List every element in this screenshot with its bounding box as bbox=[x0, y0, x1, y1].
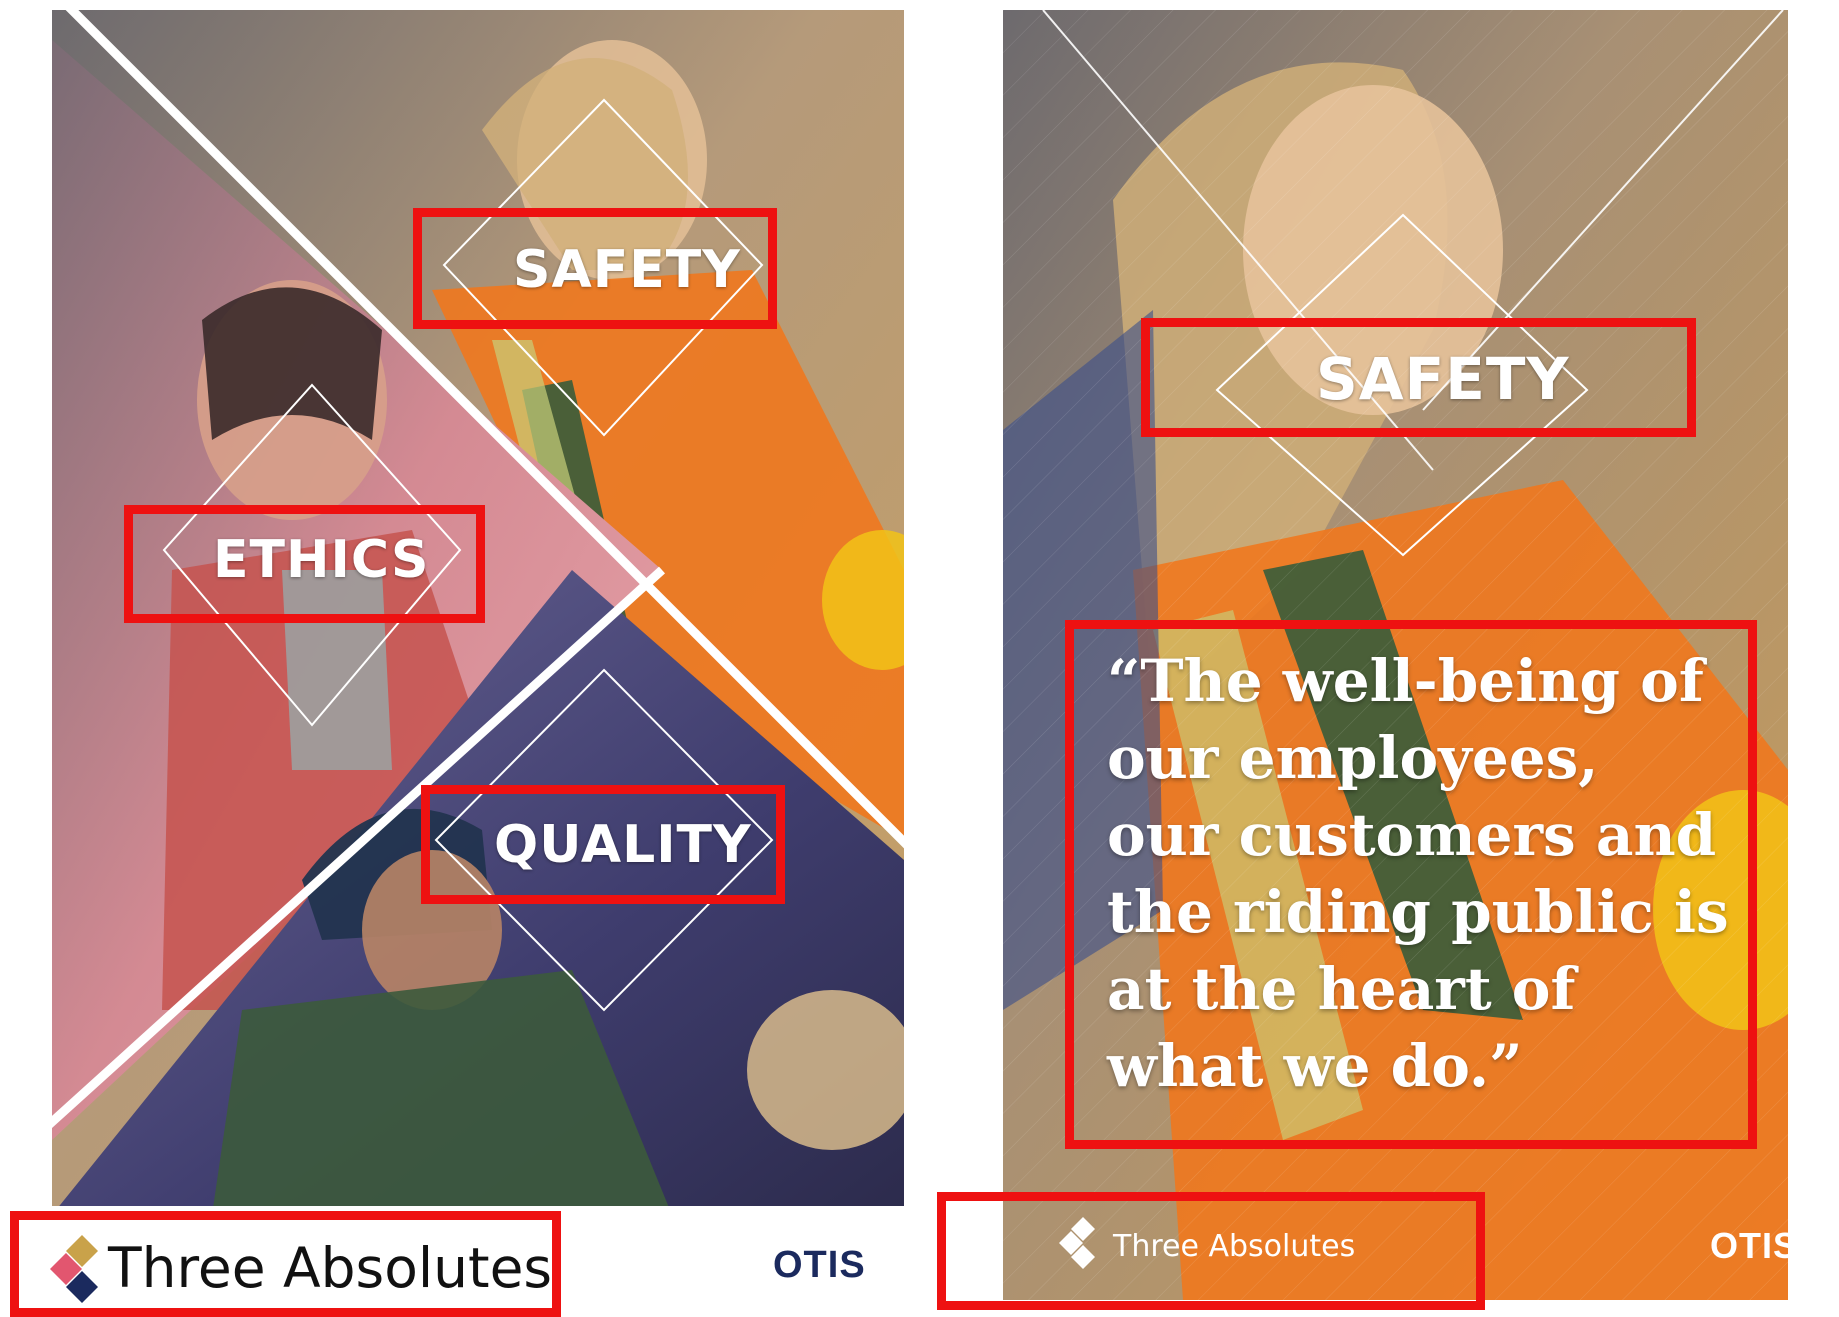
highlight-brand-box-right bbox=[937, 1192, 1485, 1310]
highlight-safety-box-right bbox=[1141, 318, 1696, 437]
highlight-quote-box bbox=[1065, 620, 1757, 1149]
otis-logo-left: OTIS bbox=[773, 1244, 866, 1286]
highlight-safety-box-left bbox=[413, 208, 777, 329]
highlight-quality-box bbox=[421, 785, 785, 904]
otis-logo-right: OTIS bbox=[1710, 1225, 1799, 1266]
highlight-ethics-box bbox=[124, 505, 485, 623]
highlight-brand-box-left bbox=[10, 1211, 561, 1317]
